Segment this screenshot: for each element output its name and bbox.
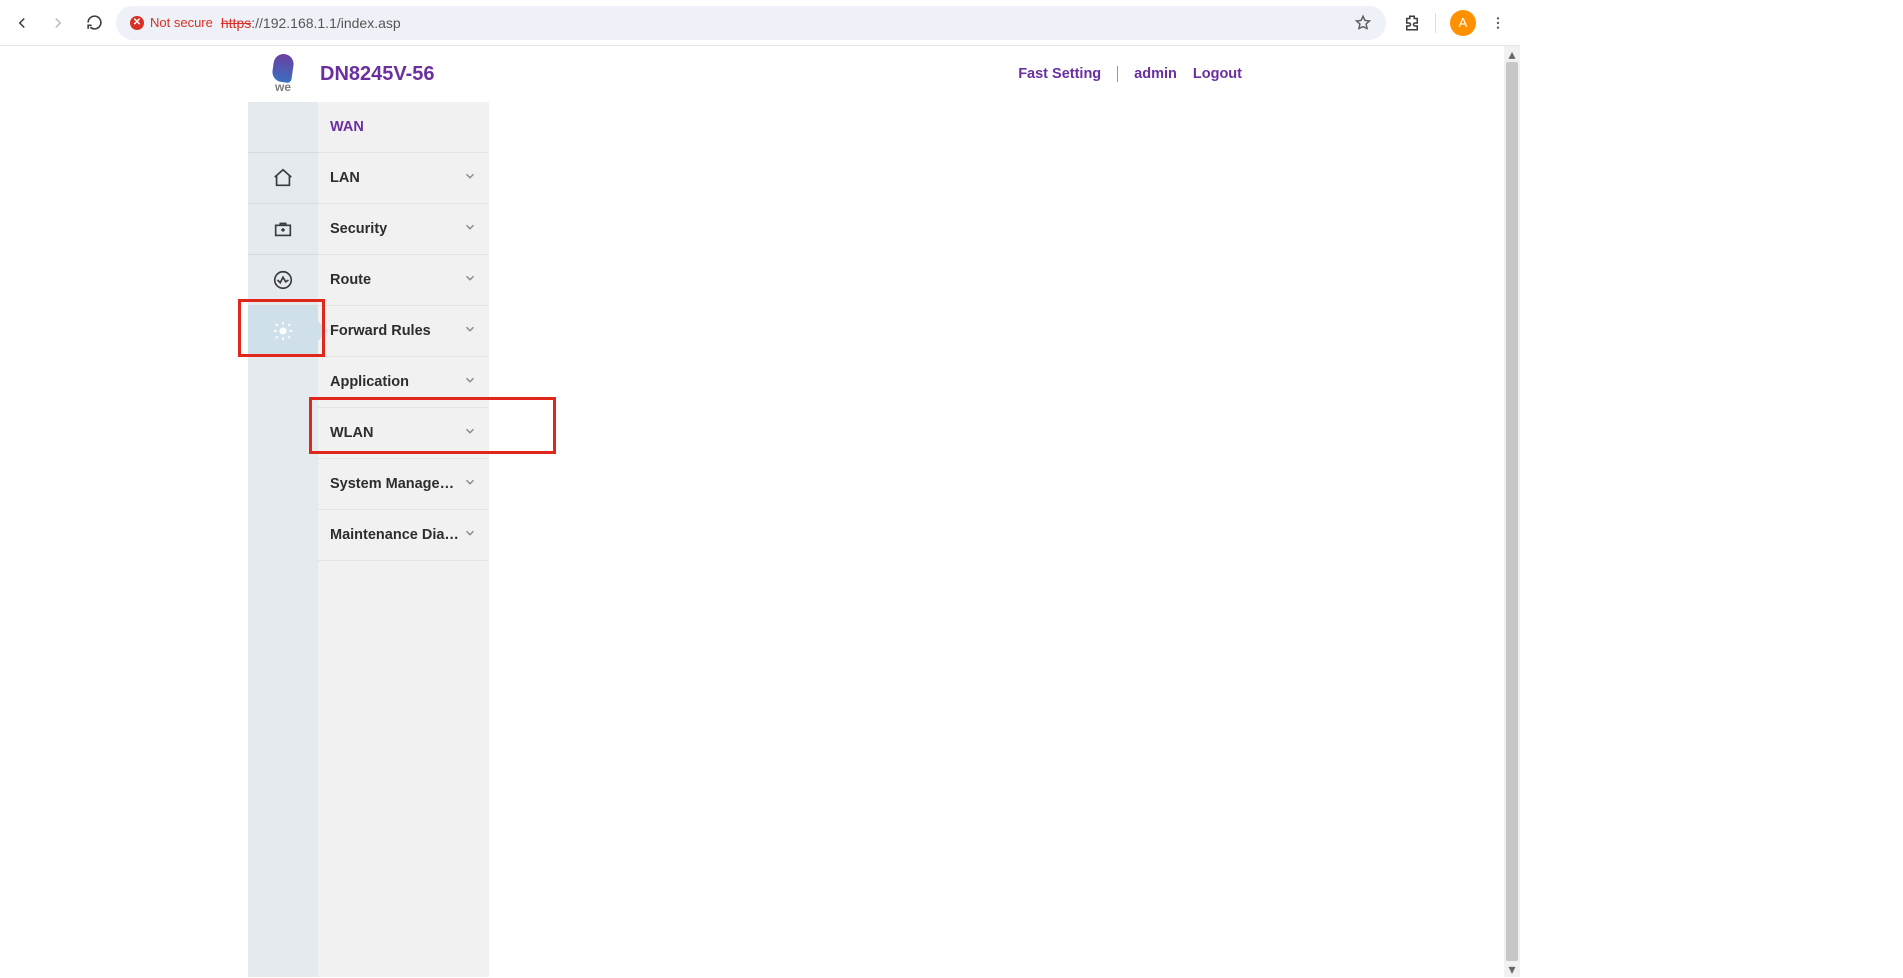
- browser-menu-icon[interactable]: [1490, 15, 1506, 31]
- chevron-down-icon: [463, 526, 477, 544]
- bookmark-star-icon[interactable]: [1354, 14, 1372, 32]
- rail-settings[interactable]: [248, 306, 318, 357]
- device-model: DN8245V-56: [320, 63, 435, 86]
- reload-button[interactable]: [80, 9, 108, 37]
- chevron-down-icon: [463, 475, 477, 493]
- router-header: we DN8245V-56 Fast Setting admin Logout: [248, 46, 1252, 102]
- icon-rail: [248, 102, 318, 977]
- extensions-icon[interactable]: [1403, 14, 1421, 32]
- rail-toolbox[interactable]: [248, 204, 318, 255]
- menu-system-management[interactable]: System Management: [318, 459, 489, 510]
- chevron-down-icon: [463, 220, 477, 238]
- warning-icon: ✕: [130, 16, 144, 30]
- browser-toolbar: ✕ Not secure https://192.168.1.1/index.a…: [0, 0, 1520, 46]
- content-area: [489, 102, 1252, 977]
- forward-button[interactable]: [44, 9, 72, 37]
- separator: [1435, 13, 1436, 33]
- logout-link[interactable]: Logout: [1193, 66, 1242, 82]
- scrollbar-thumb[interactable]: [1506, 62, 1518, 961]
- menu-route[interactable]: Route: [318, 255, 489, 306]
- header-links: Fast Setting admin Logout: [1018, 66, 1242, 82]
- menu-lan[interactable]: LAN: [318, 153, 489, 204]
- separator: [1117, 66, 1118, 82]
- menu-wan[interactable]: WAN: [318, 102, 489, 153]
- flame-icon: [271, 53, 295, 84]
- chevron-down-icon: [463, 271, 477, 289]
- chevron-down-icon: [463, 322, 477, 340]
- back-button[interactable]: [8, 9, 36, 37]
- scroll-down-icon[interactable]: ▾: [1504, 961, 1520, 977]
- admin-link[interactable]: admin: [1134, 66, 1177, 82]
- menu-application[interactable]: Application: [318, 357, 489, 408]
- scroll-up-icon[interactable]: ▴: [1504, 46, 1520, 62]
- not-secure-label: Not secure: [150, 15, 213, 30]
- brand-logo: we: [248, 46, 318, 102]
- fast-setting-link[interactable]: Fast Setting: [1018, 66, 1101, 82]
- rail-spacer: [248, 102, 318, 153]
- address-bar[interactable]: ✕ Not secure https://192.168.1.1/index.a…: [116, 6, 1386, 40]
- not-secure-badge[interactable]: ✕ Not secure: [130, 15, 213, 30]
- rail-monitor[interactable]: [248, 255, 318, 306]
- profile-avatar[interactable]: A: [1450, 10, 1476, 36]
- chevron-down-icon: [463, 424, 477, 442]
- menu-maintenance-diagno[interactable]: Maintenance Diagno: [318, 510, 489, 561]
- vertical-scrollbar[interactable]: ▴ ▾: [1504, 46, 1520, 977]
- menu-wlan[interactable]: WLAN: [318, 408, 489, 459]
- menu-forward-rules[interactable]: Forward Rules: [318, 306, 489, 357]
- chevron-down-icon: [463, 169, 477, 187]
- url-text: https://192.168.1.1/index.asp: [221, 15, 401, 31]
- rail-home[interactable]: [248, 153, 318, 204]
- page-content: we DN8245V-56 Fast Setting admin Logout: [0, 46, 1504, 977]
- menu-column: WAN LAN Security Route Fo: [318, 102, 489, 977]
- menu-security[interactable]: Security: [318, 204, 489, 255]
- chevron-down-icon: [463, 373, 477, 391]
